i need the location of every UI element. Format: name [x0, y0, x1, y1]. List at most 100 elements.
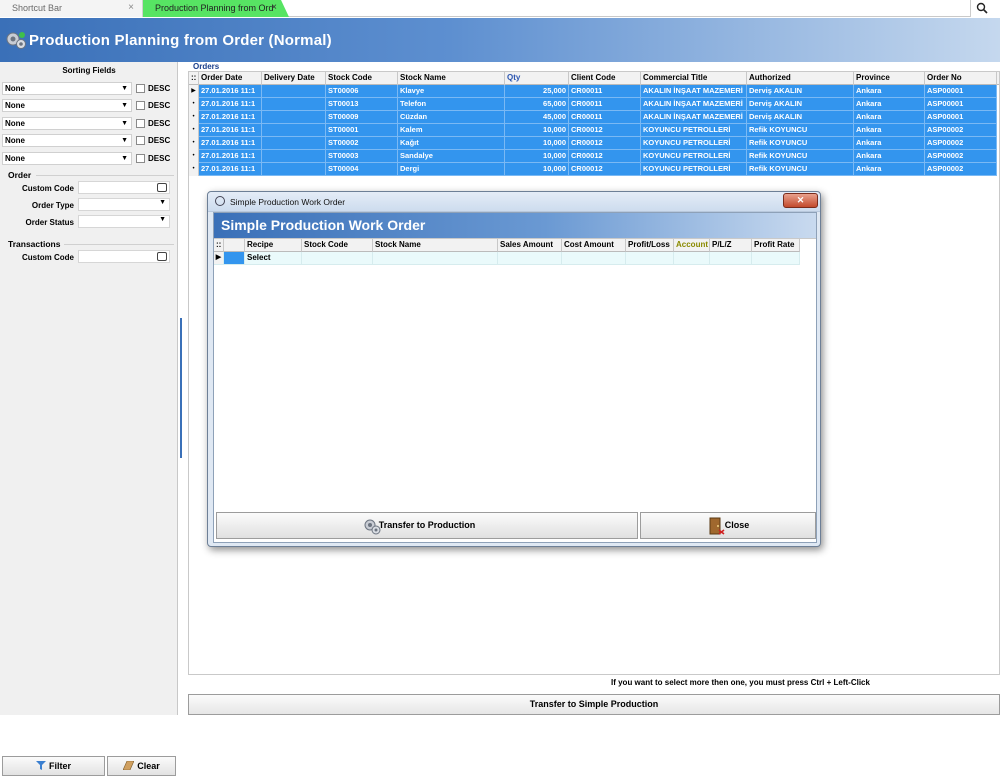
stock-code-cell[interactable] [302, 252, 373, 265]
desc-checkbox[interactable] [136, 101, 145, 110]
col-account[interactable]: Account [674, 239, 710, 252]
stock-code-cell[interactable]: ST00003 [326, 150, 398, 163]
stock-code-cell[interactable]: ST00001 [326, 124, 398, 137]
province-cell[interactable]: Ankara [854, 150, 925, 163]
order-date-cell[interactable]: 27.01.2016 11:1 [199, 98, 262, 111]
row-indicator[interactable]: • [189, 150, 199, 163]
tab-production-planning[interactable]: Production Planning from Ord × [143, 0, 289, 17]
close-button[interactable]: Close [640, 512, 816, 539]
authorized-cell[interactable]: Derviş AKALIN [747, 98, 854, 111]
col-order-date[interactable]: Order Date [199, 72, 262, 85]
order-no-cell[interactable]: ASP00001 [925, 85, 997, 98]
plz-cell[interactable] [710, 252, 752, 265]
row-indicator[interactable]: • [189, 111, 199, 124]
province-cell[interactable]: Ankara [854, 111, 925, 124]
delivery-date-cell[interactable] [262, 111, 326, 124]
commercial-title-cell[interactable]: KOYUNCU PETROLLERİ [641, 150, 747, 163]
delivery-date-cell[interactable] [262, 137, 326, 150]
desc-checkbox[interactable] [136, 119, 145, 128]
delivery-date-cell[interactable] [262, 163, 326, 176]
col-sales-amount[interactable]: Sales Amount [498, 239, 562, 252]
col-stock-name[interactable]: Stock Name [373, 239, 498, 252]
client-code-cell[interactable]: CR00011 [569, 111, 641, 124]
stock-code-cell[interactable]: ST00013 [326, 98, 398, 111]
client-code-cell[interactable]: CR00012 [569, 163, 641, 176]
clear-button[interactable]: Clear [107, 756, 176, 776]
table-row[interactable]: • 27.01.2016 11:1 ST00003 Sandalye 10,000 CR0… [189, 150, 999, 163]
commercial-title-cell[interactable]: KOYUNCU PETROLLERİ [641, 137, 747, 150]
stock-name-cell[interactable]: Klavye [398, 85, 505, 98]
col-order-no[interactable]: Order No [925, 72, 997, 85]
recipe-cell[interactable]: Select [245, 252, 302, 265]
province-cell[interactable]: Ankara [854, 85, 925, 98]
order-no-cell[interactable]: ASP00002 [925, 150, 997, 163]
sort-field-select[interactable]: None ▼ [2, 117, 132, 130]
row-indicator[interactable]: ▶ [189, 85, 199, 98]
province-cell[interactable]: Ankara [854, 124, 925, 137]
account-cell[interactable] [674, 252, 710, 265]
row-indicator-header[interactable]: :: [189, 72, 199, 85]
col-stock-code[interactable]: Stock Code [302, 239, 373, 252]
col-cost-amount[interactable]: Cost Amount [562, 239, 626, 252]
row-indicator[interactable]: • [189, 124, 199, 137]
row-indicator-header[interactable]: :: [214, 239, 224, 252]
col-authorized[interactable]: Authorized [747, 72, 854, 85]
col-recipe[interactable]: Recipe [245, 239, 302, 252]
desc-checkbox[interactable] [136, 84, 145, 93]
custom-code-input[interactable] [78, 181, 170, 194]
order-date-cell[interactable]: 27.01.2016 11:1 [199, 124, 262, 137]
col-client-code[interactable]: Client Code [569, 72, 641, 85]
table-row[interactable]: • 27.01.2016 11:1 ST00004 Dergi 10,000 CR0001… [189, 163, 999, 176]
col-profit-rate[interactable]: Profit Rate [752, 239, 800, 252]
client-code-cell[interactable]: CR00012 [569, 150, 641, 163]
delivery-date-cell[interactable] [262, 85, 326, 98]
order-no-cell[interactable]: ASP00002 [925, 137, 997, 150]
stock-name-cell[interactable]: Telefon [398, 98, 505, 111]
close-icon[interactable]: × [128, 0, 134, 16]
row-indicator[interactable]: • [189, 163, 199, 176]
qty-cell[interactable]: 10,000 [505, 150, 569, 163]
table-row[interactable]: • 27.01.2016 11:1 ST00013 Telefon 65,000 CR00… [189, 98, 999, 111]
order-status-select[interactable]: ▼ [78, 215, 170, 228]
order-date-cell[interactable]: 27.01.2016 11:1 [199, 150, 262, 163]
authorized-cell[interactable]: Refik KOYUNCU [747, 163, 854, 176]
desc-checkbox[interactable] [136, 136, 145, 145]
delivery-date-cell[interactable] [262, 150, 326, 163]
stock-code-cell[interactable]: ST00009 [326, 111, 398, 124]
authorized-cell[interactable]: Refik KOYUNCU [747, 137, 854, 150]
stock-code-cell[interactable]: ST00004 [326, 163, 398, 176]
authorized-cell[interactable]: Derviş AKALIN [747, 85, 854, 98]
order-no-cell[interactable]: ASP00002 [925, 163, 997, 176]
client-code-cell[interactable]: CR00011 [569, 98, 641, 111]
province-cell[interactable]: Ankara [854, 98, 925, 111]
col-province[interactable]: Province [854, 72, 925, 85]
sort-field-select[interactable]: None ▼ [2, 99, 132, 112]
transactions-custom-code-input[interactable] [78, 250, 170, 263]
col-plz[interactable]: P/L/Z [710, 239, 752, 252]
search-button[interactable] [970, 0, 1000, 17]
tab-shortcut-bar[interactable]: Shortcut Bar × [0, 0, 143, 17]
panel-splitter[interactable] [180, 318, 185, 458]
authorized-cell[interactable]: Refik KOYUNCU [747, 124, 854, 137]
filter-button[interactable]: Filter [2, 756, 105, 776]
qty-cell[interactable]: 10,000 [505, 137, 569, 150]
commercial-title-cell[interactable]: AKALIN İNŞAAT MAZEMERİ [641, 85, 747, 98]
qty-cell[interactable]: 45,000 [505, 111, 569, 124]
sales-amount-cell[interactable] [498, 252, 562, 265]
order-type-select[interactable]: ▼ [78, 198, 170, 211]
dialog-close-button[interactable]: ✕ [783, 193, 818, 208]
client-code-cell[interactable]: CR00012 [569, 137, 641, 150]
stock-code-cell[interactable]: ST00006 [326, 85, 398, 98]
commercial-title-cell[interactable]: KOYUNCU PETROLLERİ [641, 124, 747, 137]
order-date-cell[interactable]: 27.01.2016 11:1 [199, 111, 262, 124]
order-no-cell[interactable]: ASP00002 [925, 124, 997, 137]
lookup-icon[interactable] [157, 183, 167, 192]
client-code-cell[interactable]: CR00011 [569, 85, 641, 98]
table-row[interactable]: • 27.01.2016 11:1 ST00002 Kağıt 10,000 CR0001… [189, 137, 999, 150]
desc-checkbox[interactable] [136, 154, 145, 163]
lookup-icon[interactable] [157, 252, 167, 261]
close-icon[interactable]: × [271, 0, 277, 16]
transfer-to-simple-production-button[interactable]: Transfer to Simple Production [188, 694, 1000, 715]
order-no-cell[interactable]: ASP00001 [925, 111, 997, 124]
order-no-cell[interactable]: ASP00001 [925, 98, 997, 111]
